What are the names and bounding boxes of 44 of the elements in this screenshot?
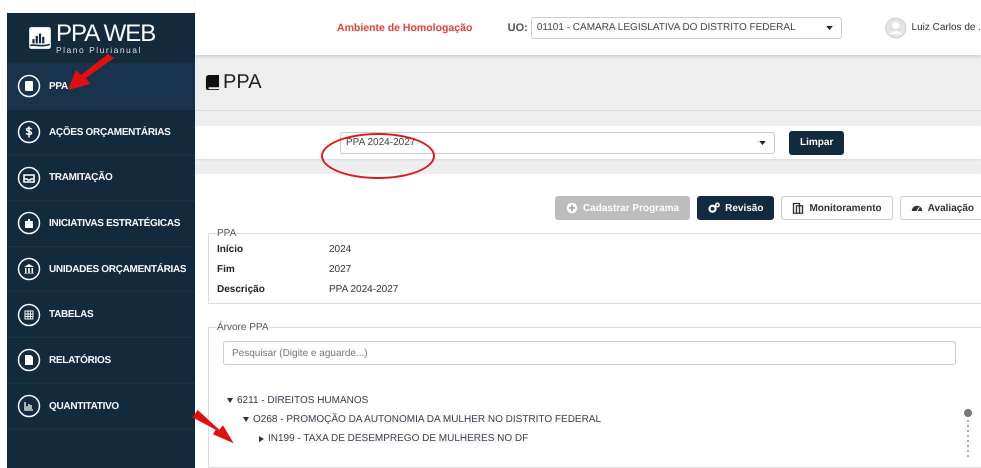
avatar-icon	[884, 16, 907, 38]
table-icon	[17, 302, 41, 327]
action-button[interactable]: Monitoramento	[781, 196, 893, 220]
action-button[interactable]: Revisão	[697, 196, 774, 220]
logo-icon	[27, 25, 53, 51]
environment-label: Ambiente de Homologação	[337, 22, 474, 34]
search-field[interactable]: Pesquisar (Digite e aguarde...)	[223, 341, 956, 365]
tree-item[interactable]: IN199 - TAXA DE DESEMPREGO DE MULHERES NO DF	[268, 433, 528, 444]
field-label: Início	[217, 244, 244, 254]
field-value: 2024	[329, 244, 352, 254]
arrow-icon	[190, 410, 236, 446]
gears-icon	[708, 202, 720, 214]
plus-icon	[566, 202, 578, 214]
expand-toggle-icon[interactable]	[243, 417, 249, 422]
field-value: 2027	[329, 264, 352, 274]
user-name[interactable]: Luiz Carlos de .	[912, 22, 981, 33]
logo-subtitle: Plano Plurianual	[56, 46, 143, 54]
tree-item[interactable]: O268 - PROMOÇÃO DA AUTONOMIA DA MULHER NO DISTRITO FEDERAL	[253, 414, 602, 425]
expand-toggle-icon[interactable]	[259, 436, 264, 442]
tree-item[interactable]: 6211 - DIREITOS HUMANOS	[237, 395, 368, 406]
uo-select[interactable]: 01101 - CAMARA LEGISLATIVA DO DISTRITO FEDERAL	[530, 16, 842, 38]
uo-label: UO:	[508, 22, 528, 34]
action-button[interactable]: Avaliação	[900, 196, 981, 220]
bank-icon	[17, 257, 41, 282]
field-label: Fim	[217, 264, 236, 274]
clear-button[interactable]: Limpar	[789, 130, 844, 154]
field-label: Descrição	[217, 284, 266, 294]
section-legend: PPA	[217, 228, 236, 239]
inbox-icon	[17, 166, 41, 190]
file-icon	[17, 348, 41, 372]
book-icon	[205, 74, 220, 91]
section-legend: Árvore PPA	[217, 322, 268, 333]
sidebar-item[interactable]: PPA	[7, 64, 195, 110]
chart-icon	[17, 394, 41, 418]
book-icon	[17, 74, 41, 98]
page-title: PPA	[223, 71, 262, 94]
caret-icon	[826, 26, 833, 30]
logo-title: PPA WEB	[56, 22, 156, 46]
scroll-indicator-icon	[963, 408, 973, 458]
expand-toggle-icon[interactable]	[227, 398, 233, 403]
caret-icon	[759, 140, 766, 144]
ppa-select[interactable]: PPA 2024-2027	[340, 132, 775, 154]
field-value: PPA 2024-2027	[329, 284, 398, 294]
dollar-icon	[17, 120, 41, 144]
